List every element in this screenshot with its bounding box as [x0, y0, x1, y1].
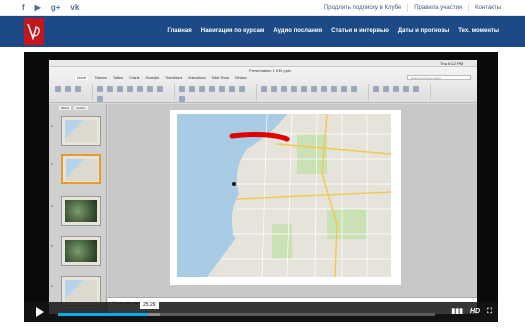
fullscreen-icon[interactable]: ⛶ [487, 307, 492, 317]
panel-tab-outline: Outline [74, 106, 88, 110]
slide-thumbnail [61, 116, 101, 146]
ribbon-tab: Home [75, 76, 89, 80]
volume-icon[interactable]: ▮▮▮ [451, 307, 463, 317]
ribbon-group-format [371, 84, 431, 100]
contacts-link[interactable]: Контакты [468, 4, 507, 12]
slide-thumbnail [61, 196, 101, 226]
ribbon-group-insert [259, 84, 369, 100]
panel-tab-slides: Slides [59, 106, 72, 110]
hd-button[interactable]: HD [470, 307, 480, 317]
nav-item-articles[interactable]: Статьи и интервью [331, 28, 389, 34]
ribbon-tab: SmartArt [145, 76, 160, 80]
slide-thumbnail-panel: Slides Outline 2 3 4 5 6 [49, 104, 107, 314]
slide-number: 2 [51, 124, 53, 128]
panel-tabs: Slides Outline [59, 106, 88, 110]
slide-number: 5 [51, 244, 53, 248]
ribbon-tab: Animations [188, 76, 206, 80]
nav-item-tech[interactable]: Тех. моменты [458, 28, 499, 34]
progress-track[interactable] [58, 313, 435, 316]
ribbon-tab: Themes [94, 76, 107, 80]
slide-thumbnail [61, 236, 101, 266]
slide-thumbnail-selected [61, 154, 101, 184]
nav-item-dates[interactable]: Даты и прогнозы [398, 28, 449, 34]
main-nav: Главная Навигация по курсам Аудио послан… [0, 16, 525, 47]
map-image [177, 114, 391, 277]
google-plus-icon[interactable]: g+ [51, 3, 61, 13]
video-player[interactable]: PowerPoint File Edit View Insert Format … [24, 52, 498, 322]
player-right-controls: ▮▮▮ HD ⛶ [451, 307, 492, 317]
rules-link[interactable]: Правила участия [407, 4, 468, 12]
top-links: Продлить подписку в Клубе Правила участи… [318, 4, 507, 12]
page-bottom [0, 322, 525, 336]
nav-menu: Главная Навигация по курсам Аудио послан… [167, 28, 499, 34]
nav-item-audio[interactable]: Аудио послания [273, 28, 322, 34]
video-frame-powerpoint: PowerPoint File Edit View Insert Format … [49, 60, 477, 314]
ribbon-tab: Review [235, 76, 247, 80]
mac-menu-bar: PowerPoint File Edit View Insert Format … [49, 60, 477, 74]
youtube-icon[interactable]: ▶ [35, 3, 41, 13]
player-controls: 25:29 ▮▮▮ HD ⛶ [24, 302, 498, 322]
ribbon-tabs: Home Themes Tables Charts SmartArt Trans… [75, 76, 247, 80]
facebook-icon[interactable]: f [22, 3, 25, 13]
ribbon-group-slides [53, 84, 93, 100]
slide-number: 3 [51, 162, 53, 166]
site-logo[interactable] [24, 18, 44, 45]
ribbon-search: Search in Presentation [407, 75, 471, 80]
ribbon-tab: Slide Show [211, 76, 230, 80]
social-links: f ▶ g+ vk [22, 3, 79, 13]
ribbon-tab: Charts [129, 76, 140, 80]
slide-number: 6 [51, 284, 53, 288]
nav-item-home[interactable]: Главная [167, 28, 191, 34]
top-utility-bar: f ▶ g+ vk Продлить подписку в Клубе Прав… [0, 0, 525, 16]
ribbon-tab: Tables [113, 76, 124, 80]
time-tooltip: 25:29 [140, 302, 159, 309]
current-slide [170, 110, 401, 285]
slide-editor [108, 104, 477, 297]
ribbon-tab: Transitions [165, 76, 183, 80]
progress-fill [58, 313, 149, 316]
ppt-ribbon: Presentation 1 KEI.pptx Home Themes Tabl… [49, 67, 477, 103]
ribbon-group-font [95, 84, 175, 102]
renew-subscription-link[interactable]: Продлить подписку в Клубе [318, 4, 407, 12]
nav-item-courses[interactable]: Навигация по курсам [201, 28, 265, 34]
mac-clock: Thu 6:12 PM [440, 61, 463, 66]
vk-icon[interactable]: vk [70, 3, 79, 13]
slide-number: 4 [51, 204, 53, 208]
ribbon-group-paragraph [177, 84, 257, 102]
file-title: Presentation 1 KEI.pptx [249, 68, 292, 73]
play-icon[interactable] [36, 307, 44, 317]
